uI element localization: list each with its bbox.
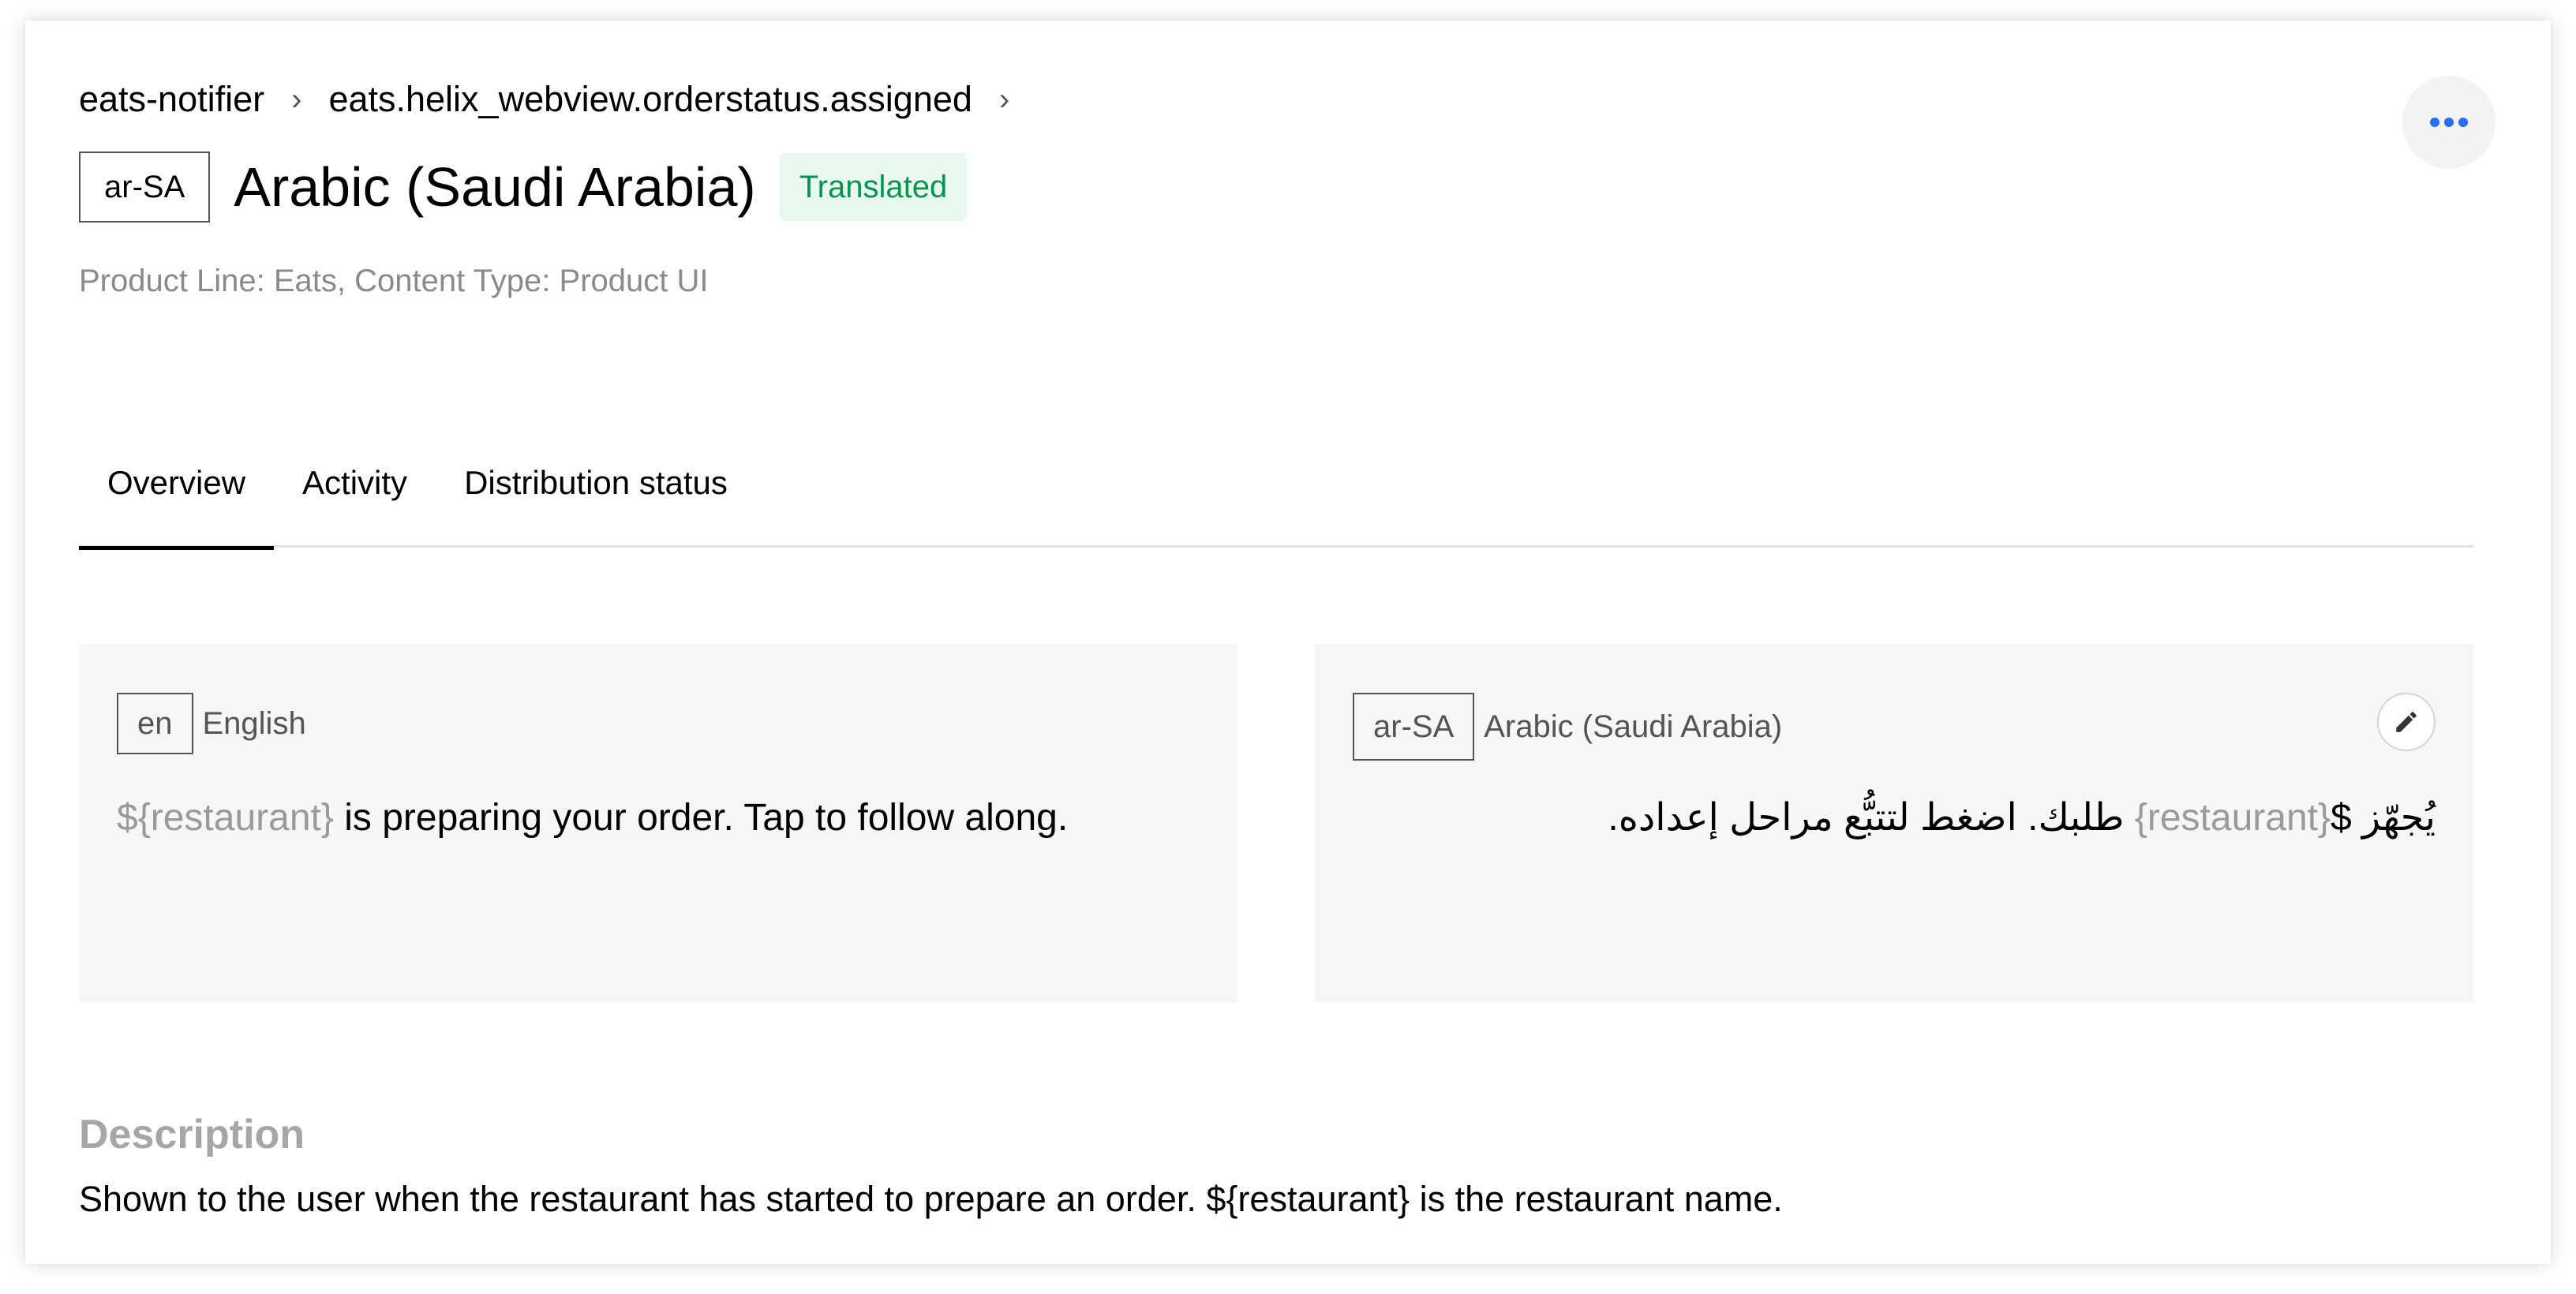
locale-code-tag: ar-SA [79, 151, 211, 223]
target-text-end: طلبك. اضغط لتتبُّع مراحل إعداده. [1608, 797, 2135, 839]
source-panel-header: en English [117, 693, 306, 754]
title-row: ar-SA Arabic (Saudi Arabia) Translated [79, 151, 968, 223]
breadcrumb-separator-icon: › [291, 82, 302, 117]
breadcrumb-item-string-key[interactable]: eats.helix_webview.orderstatus.assigned [328, 77, 972, 122]
source-text-body: is preparing your order. Tap to follow a… [333, 797, 1069, 839]
pencil-icon [2396, 712, 2417, 732]
source-language-code-tag: en [117, 693, 193, 754]
breadcrumb: eats-notifier › eats.helix_webview.order… [79, 77, 1036, 122]
target-language-code-tag: ar-SA [1353, 693, 1475, 761]
tab-bar: Overview Activity Distribution status [79, 447, 2473, 550]
source-text-panel: en English ${restaurant} is preparing yo… [79, 644, 1237, 1002]
source-language-name: English [202, 705, 306, 741]
description-text: Shown to the user when the restaurant ha… [79, 1179, 1783, 1219]
target-panel-header: ar-SA Arabic (Saudi Arabia) [1353, 693, 1782, 761]
edit-translation-button[interactable] [2377, 693, 2436, 751]
status-badge: Translated [779, 153, 968, 221]
tab-distribution-status[interactable]: Distribution status [436, 447, 756, 548]
page-title: Arabic (Saudi Arabia) [234, 156, 756, 218]
target-text-start: يُجهّز $ [2331, 797, 2436, 839]
meta-info: Product Line: Eats, Content Type: Produc… [79, 264, 709, 298]
target-language-name: Arabic (Saudi Arabia) [1484, 709, 1783, 744]
source-text: ${restaurant} is preparing your order. T… [117, 794, 1068, 843]
target-text-panel: ar-SA Arabic (Saudi Arabia) يُجهّز ${res… [1315, 644, 2473, 1002]
string-detail-card: eats-notifier › eats.helix_webview.order… [25, 21, 2551, 1264]
card-content: eats-notifier › eats.helix_webview.order… [79, 21, 2496, 1264]
breadcrumb-item-project[interactable]: eats-notifier [79, 77, 264, 122]
breadcrumb-separator-icon: › [998, 82, 1010, 117]
target-placeholder-token: {restaurant} [2134, 797, 2331, 839]
tab-overview[interactable]: Overview [79, 447, 275, 550]
more-options-button[interactable] [2402, 76, 2496, 169]
tab-activity[interactable]: Activity [274, 447, 436, 548]
ellipsis-icon [2428, 118, 2470, 127]
target-text: يُجهّز ${restaurant} طلبك. اضغط لتتبُّع … [1608, 794, 2436, 843]
source-placeholder-token: ${restaurant} [117, 797, 334, 839]
description-heading: Description [79, 1112, 305, 1157]
